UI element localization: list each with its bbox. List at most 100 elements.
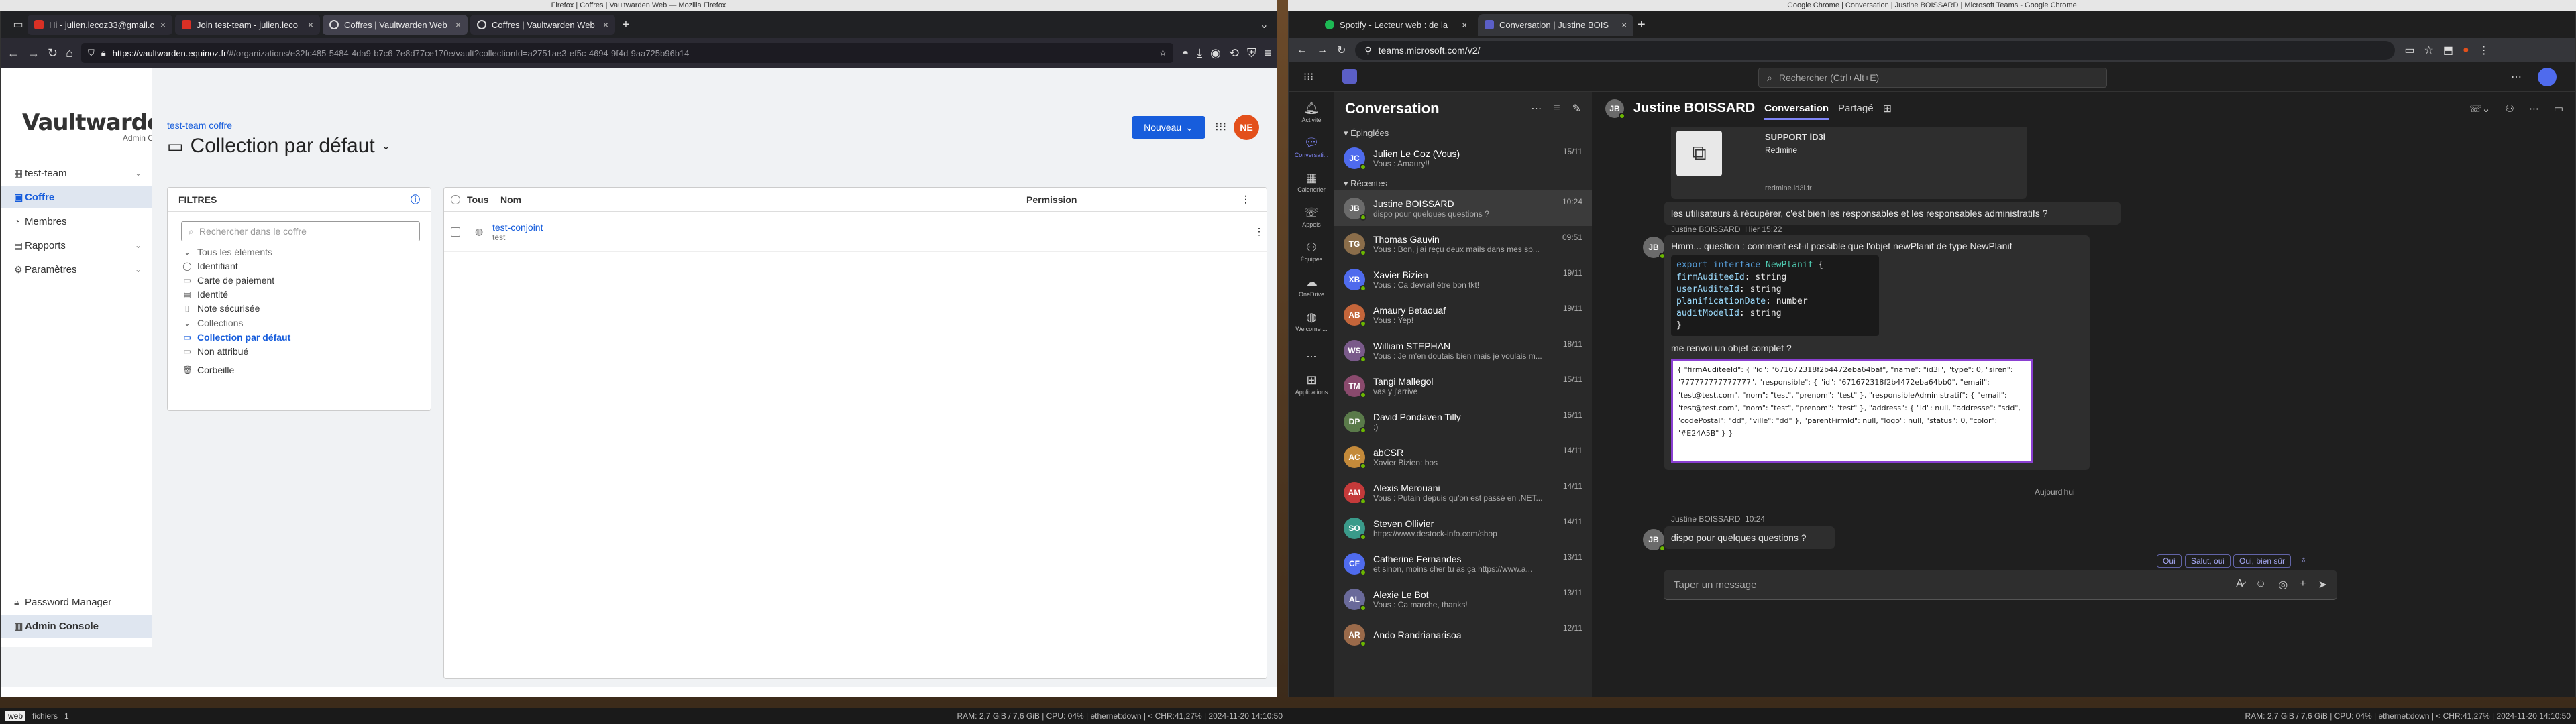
list-item[interactable]: JB Justine BOISSARD dispo pour quelques qu… [1334, 190, 1592, 226]
column-header-name[interactable]: Nom [500, 194, 1026, 205]
workspace-button[interactable]: fichiers [32, 711, 58, 721]
tab-conversation[interactable]: Conversation [1764, 103, 1829, 120]
close-icon[interactable]: × [308, 19, 313, 30]
plus-icon[interactable]: + [2300, 578, 2306, 591]
tab-shared[interactable]: Partagé [1838, 103, 1874, 114]
list-item[interactable]: CF Catherine Fernandes et sinon, moins che… [1334, 546, 1592, 581]
list-item[interactable]: AR Ando Randrianarisoa 12/11 [1334, 617, 1592, 652]
column-header-all[interactable]: Tous [467, 194, 500, 205]
nav-item-settings[interactable]: ⚙︎ Paramètres ⌄ [1, 258, 152, 281]
more-options-icon[interactable]: ⋮ [1241, 194, 1250, 205]
cast-icon[interactable]: ▭ [2404, 44, 2414, 57]
nav-item-org[interactable]: ▦ test-team ⌄ [1, 162, 152, 184]
lightbulb-icon[interactable]: ♁ [2300, 554, 2307, 564]
list-item[interactable]: SO Steven Ollivier https://www.destock-inf… [1334, 510, 1592, 546]
filter-icon[interactable]: ≡ [1554, 102, 1560, 115]
close-icon[interactable]: × [455, 19, 461, 30]
nav-item-members[interactable]: ◔ Membres [1, 210, 152, 233]
list-item[interactable]: AL Alexie Le Bot Vous : Ca marche, thanks!… [1334, 581, 1592, 617]
message-compose-input[interactable]: Taper un message A̷ ☺ ◎ + ➤ [1664, 570, 2337, 600]
list-item[interactable]: WS William STEPHAN Vous : Je m'en doutais … [1334, 333, 1592, 368]
filter-collections[interactable]: ⌄ Collections [168, 318, 431, 328]
nav-password-manager[interactable]: 🔒︎ Password Manager [1, 591, 152, 613]
browser-tab[interactable]: Coffres | Vaultwarden Web × [470, 15, 615, 35]
chevron-down-icon[interactable]: ⌄ [182, 318, 192, 328]
table-row[interactable]: ◍ test-conjoint test ⋮ [444, 212, 1267, 252]
json-screenshot-image[interactable]: { "firmAuditeeId": { "id": "671672318f2b… [1671, 359, 2033, 463]
home-icon[interactable]: ⌂ [66, 46, 73, 60]
forward-icon[interactable]: → [1317, 44, 1328, 56]
loop-icon[interactable]: ◎ [2278, 578, 2288, 591]
list-item[interactable]: JC Julien Le Coz (Vous) Vous : Amaury!! 15/… [1334, 140, 1592, 176]
nav-item-reports[interactable]: ▤ Rapports ⌄ [1, 234, 152, 257]
list-item[interactable]: DP David Pondaven Tilly:) 15/11 [1334, 404, 1592, 439]
send-icon[interactable]: ➤ [2318, 578, 2327, 591]
vault-search-input[interactable]: ⌕ Rechercher dans le coffre [181, 221, 420, 241]
new-tab-icon[interactable]: + [1638, 17, 1646, 33]
more-options-icon[interactable]: ⋯ [2511, 70, 2522, 84]
filter-unassigned[interactable]: ▭ Non attribué [168, 346, 431, 357]
omnibox[interactable]: ⚲ teams.microsoft.com/v2/ [1355, 41, 2396, 60]
chevron-down-icon[interactable]: ⌄ [135, 241, 142, 250]
teams-search-input[interactable]: ⌕ Rechercher (Ctrl+Alt+E) [1758, 68, 2107, 88]
rail-onedrive[interactable]: ☁︎ OneDrive [1289, 276, 1334, 298]
history-icon[interactable]: ⟲ [1229, 46, 1239, 60]
shield-icon[interactable]: ⛉ [88, 48, 95, 58]
nav-admin-console[interactable]: ▥ Admin Console [1, 615, 152, 638]
avatar[interactable] [2538, 68, 2557, 86]
avatar[interactable]: NE [1234, 115, 1259, 140]
section-pinned[interactable]: ▾ Épinglées [1334, 125, 1592, 140]
filter-trash[interactable]: 🗑︎ Corbeille [168, 365, 431, 375]
more-options-icon[interactable]: ⋮ [1254, 226, 1264, 237]
site-info-icon[interactable]: ⚲ [1364, 45, 1371, 56]
new-chat-icon[interactable]: ✎ [1572, 102, 1581, 115]
rail-welcome[interactable]: ◍ Welcome ... [1289, 310, 1334, 333]
close-icon[interactable]: × [1621, 20, 1627, 30]
rail-calls[interactable]: ☏ Appels [1289, 206, 1334, 228]
close-icon[interactable]: × [1462, 20, 1467, 30]
list-item[interactable]: AB Amaury Betaouaf Vous : Yep! 19/11 [1334, 297, 1592, 333]
chevron-down-icon[interactable]: ⌄ [135, 168, 142, 178]
product-switcher-icon[interactable]: ⁝⁝⁝ [1215, 120, 1226, 134]
card-link[interactable]: redmine.id3i.fr [1765, 184, 1812, 192]
emoji-icon[interactable]: ☺ [2255, 578, 2266, 591]
workspace-button[interactable]: web [5, 711, 26, 721]
rail-teams[interactable]: ⚇ Équipes [1289, 241, 1334, 263]
add-tab-icon[interactable]: ⊞ [1883, 102, 1892, 115]
forward-icon[interactable]: → [28, 46, 40, 60]
new-item-button[interactable]: Nouveau ⌄ [1132, 116, 1205, 139]
nav-item-vault[interactable]: ▣ Coffre [1, 186, 152, 208]
suggested-reply-button[interactable]: Oui [2157, 554, 2182, 568]
suggested-reply-button[interactable]: Oui, bien sûr [2233, 554, 2292, 568]
browser-tab[interactable]: Spotify - Lecteur web : de la × [1318, 14, 1474, 36]
filter-card[interactable]: ▭ Carte de paiement [168, 275, 431, 286]
lock-icon[interactable]: 🔒︎ [101, 48, 106, 58]
reload-icon[interactable]: ↻ [48, 46, 58, 60]
rail-chat[interactable]: 💬︎ Conversati... [1289, 136, 1334, 158]
chevron-down-icon[interactable]: ⌄ [182, 247, 192, 257]
format-icon[interactable]: A̷ [2236, 578, 2243, 591]
close-icon[interactable]: × [603, 19, 608, 30]
rail-activity[interactable]: 🔔︎ Activité [1289, 101, 1334, 123]
app-launcher-icon[interactable]: ⁝⁝⁝ [1303, 70, 1313, 84]
item-name-link[interactable]: test-conjoint [492, 222, 1254, 233]
bookmark-star-icon[interactable]: ☆ [1159, 48, 1167, 58]
chevron-down-icon[interactable]: ⌄ [1260, 18, 1269, 32]
browser-tab[interactable]: Coffres | Vaultwarden Web × [323, 15, 468, 35]
more-options-icon[interactable]: ⋯ [1531, 102, 1542, 115]
people-icon[interactable]: ⚇ [2505, 103, 2514, 115]
list-item[interactable]: TM Tangi Mallegol vas y j'arrive 15/11 [1334, 368, 1592, 404]
browser-tab[interactable]: Join test-team - julien.leco × [175, 15, 320, 35]
list-item[interactable]: AC abCSR Xavier Bizien: bos 14/11 [1334, 439, 1592, 475]
rail-more[interactable]: ... [1289, 347, 1334, 362]
download-icon[interactable]: ⤓ [1197, 46, 1202, 60]
browser-tab[interactable]: Conversation | Justine BOIS × [1478, 14, 1633, 36]
bookmark-star-icon[interactable]: ☆ [2424, 44, 2434, 57]
row-checkbox[interactable] [451, 227, 460, 237]
filter-identity[interactable]: ▤ Identité [168, 289, 431, 300]
extension-icon[interactable]: ◉ [1210, 46, 1221, 60]
extension-icon[interactable]: ⬒ [2443, 44, 2453, 57]
profile-icon[interactable]: ● [2463, 44, 2469, 56]
more-options-icon[interactable]: ⋯ [2529, 103, 2539, 115]
rail-apps[interactable]: ⊞ Applications [1289, 373, 1334, 396]
